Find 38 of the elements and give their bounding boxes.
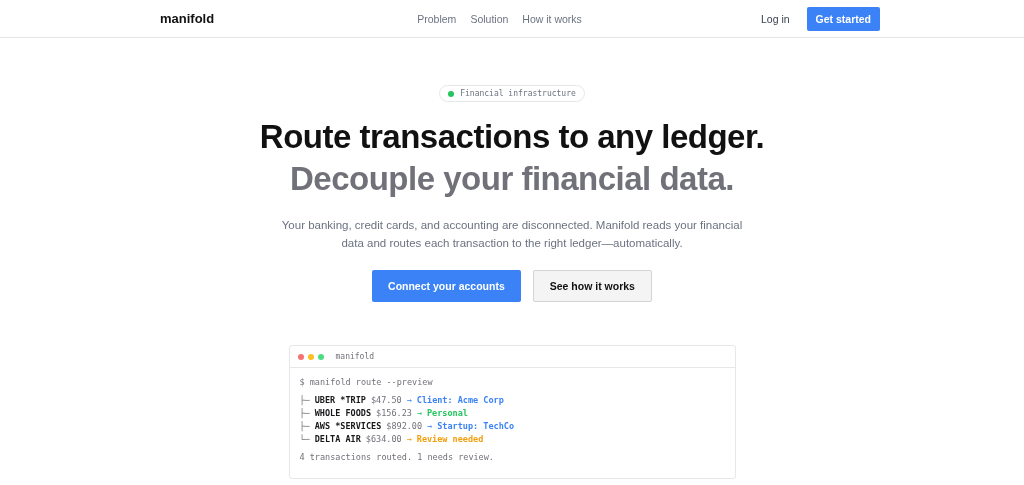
route-target: Personal [427,408,468,418]
subtitle: Your banking, credit cards, and accounting are disconnected. Manifold reads your financial data and routes each transaction to the right ledger—automatically. [280,218,744,251]
summary-line: 4 transactions routed. 1 needs review. [299,452,494,462]
tree-branch: └─ [299,434,310,444]
window-dot-icon [297,353,304,360]
route-arrow: → [427,421,433,431]
route-target: Startup: TechCo [437,421,514,431]
merchant: AWS *SERVICES [314,421,382,431]
merchant: UBER *TRIP [314,395,366,405]
secondary-button[interactable]: See how it works [532,270,652,302]
route-arrow: → [406,395,412,405]
connect-button[interactable]: Connect your accounts [372,270,521,302]
route-target: Review needed [416,434,484,444]
route-target: Client: Acme Corp [416,395,504,405]
amount: $634.00 [365,434,402,444]
tree-branch: ├─ [299,421,310,431]
terminal-title: manifold [335,352,375,361]
window-dot-icon [317,353,324,360]
amount: $892.00 [386,421,423,431]
amount: $156.23 [376,408,412,418]
headline: Decouple your financial data. [290,159,734,199]
amount: $47.50 [370,395,402,405]
route-arrow: → [416,408,422,418]
merchant: DELTA AIR [314,434,361,444]
tree-branch: ├─ [299,395,310,405]
badge-label: Financial infrastructure [460,89,576,98]
nav-link[interactable]: Problem [417,12,457,25]
route-arrow: → [406,434,412,444]
window-dot-icon [307,353,314,360]
merchant: WHOLE FOODS [314,408,372,418]
tree-branch: ├─ [299,408,310,418]
logo[interactable]: manifold [160,11,215,26]
nav-link[interactable]: How it works [522,12,582,25]
headline: Route transactions to any ledger. [259,117,765,157]
login-link[interactable]: Log in [760,12,790,25]
command-line: $ manifold route --preview [299,377,433,387]
get-started-button[interactable]: Get started [806,6,880,31]
nav-link[interactable]: Solution [470,12,509,25]
